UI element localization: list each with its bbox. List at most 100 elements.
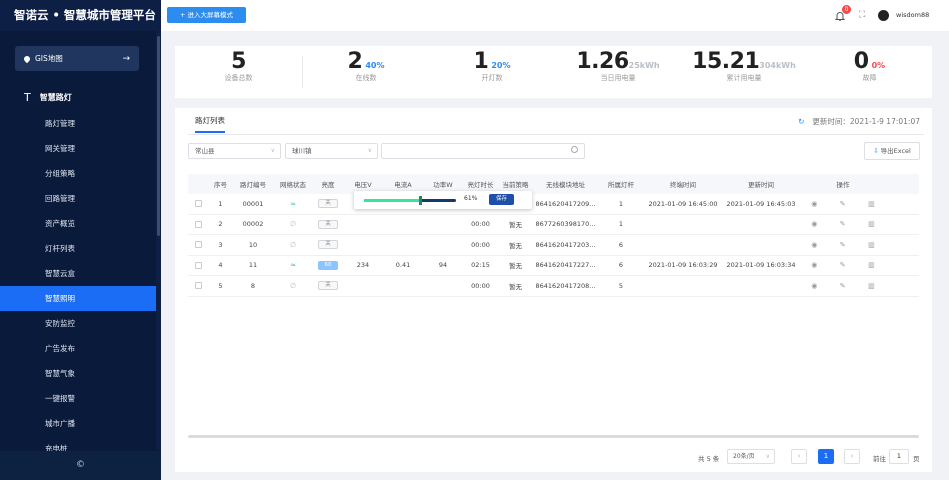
- view-icon[interactable]: ◉: [811, 282, 817, 290]
- export-excel-button[interactable]: ⇩ 导出Excel: [864, 142, 920, 160]
- refresh-icon[interactable]: ↻: [798, 117, 804, 126]
- table-row[interactable]: 4 11 ≈60 234 0.41 94 02:15 暂无 8641620417227... 6 2…: [188, 256, 919, 276]
- app-title: 智诺云 • 智慧城市管理平台: [0, 0, 161, 31]
- row-checkbox[interactable]: [194, 200, 202, 208]
- sidebar-item[interactable]: 智慧气象: [0, 361, 156, 386]
- brightness-toggle[interactable]: 60: [318, 260, 338, 270]
- save-brightness-button[interactable]: 保存: [489, 194, 514, 205]
- brightness-slider-handle[interactable]: [419, 196, 423, 205]
- table-row[interactable]: 2 00002 ∅ 关 00:00 暂无 8677260398170... 1 ◉ ✎ ▥: [188, 215, 919, 235]
- view-icon[interactable]: ◉: [811, 241, 817, 249]
- brightness-slider-track[interactable]: [364, 196, 456, 205]
- chart-icon[interactable]: ▥: [868, 261, 875, 269]
- page-number-button[interactable]: 1: [818, 449, 834, 464]
- streetlight-icon: T: [24, 91, 31, 104]
- stat-label: 累计用电量: [726, 74, 762, 82]
- bigscreen-mode-button[interactable]: + 进入大屏幕模式: [167, 7, 246, 23]
- cell-seq: 3: [218, 240, 223, 249]
- cell-voltage: 234: [356, 261, 370, 270]
- cell-network: ≈: [273, 261, 313, 269]
- view-icon[interactable]: ◉: [811, 200, 817, 208]
- row-checkbox[interactable]: [194, 261, 202, 269]
- chart-icon[interactable]: ▥: [868, 220, 875, 228]
- pagination-total: 共 5 条: [698, 455, 720, 463]
- export-icon: ⇩: [873, 147, 879, 155]
- edit-icon[interactable]: ✎: [840, 241, 846, 249]
- edit-icon[interactable]: ✎: [840, 200, 846, 208]
- cell-light-id: 8: [250, 281, 256, 290]
- column-header: 功率W: [433, 181, 453, 189]
- brightness-toggle[interactable]: 关: [318, 281, 338, 291]
- brightness-toggle[interactable]: 关: [318, 219, 338, 229]
- search-icon[interactable]: [571, 146, 578, 153]
- fullscreen-icon[interactable]: ⛶: [859, 10, 865, 20]
- checkbox-cell: [188, 241, 208, 249]
- chevron-down-icon: ∨: [765, 453, 770, 460]
- chart-icon[interactable]: ▥: [868, 241, 875, 249]
- sidebar-group-streetlight[interactable]: T 智慧路灯: [24, 91, 72, 104]
- search-input[interactable]: [381, 143, 585, 159]
- avatar[interactable]: [878, 10, 889, 21]
- stat-unit: 304kWh: [759, 61, 796, 70]
- sidebar-item[interactable]: 安防监控: [0, 311, 156, 336]
- sidebar-item[interactable]: 一键报警: [0, 386, 156, 411]
- edit-icon[interactable]: ✎: [840, 282, 846, 290]
- chevron-down-icon: ∨: [367, 147, 372, 154]
- view-icon[interactable]: ◉: [811, 261, 817, 269]
- sidebar-item[interactable]: 回路管理: [0, 186, 156, 211]
- gis-label: GIS地图: [35, 54, 63, 63]
- table-row[interactable]: 3 10 ∅ 关 00:00 暂无 8641620417203... 6 ◉ ✎ ▥: [188, 235, 919, 256]
- stat-faults: 0 0% 故障: [807, 46, 932, 98]
- gis-map-button[interactable]: GIS地图 →: [15, 46, 139, 71]
- sidebar-item[interactable]: 智慧云盒: [0, 261, 156, 286]
- goto-page-input[interactable]: 1: [889, 449, 909, 464]
- table-row[interactable]: 100001≈关1118641620417209...12021-01-09 1…: [188, 191, 919, 215]
- view-icon[interactable]: ◉: [811, 220, 817, 228]
- brightness-toggle[interactable]: 关: [318, 240, 338, 250]
- cell-actions: ◉ ✎ ▥: [800, 282, 886, 290]
- table-row[interactable]: 5 8 ∅ 关 00:00 暂无 8641620417208... 5 ◉ ✎ ▥: [188, 276, 919, 297]
- column-header: 电流A: [394, 181, 412, 189]
- username[interactable]: wisdom88: [896, 11, 929, 19]
- wifi-icon: ≈: [290, 261, 296, 270]
- link-off-icon: ∅: [289, 220, 297, 229]
- column-header: 亮度: [321, 181, 335, 189]
- sidebar-item[interactable]: 广告发布: [0, 336, 156, 361]
- cell-pole: 6: [618, 261, 624, 270]
- sidebar-item[interactable]: 城市广播: [0, 411, 156, 436]
- edit-icon[interactable]: ✎: [840, 261, 846, 269]
- row-checkbox[interactable]: [194, 241, 202, 249]
- column-header: 终端时间: [670, 181, 696, 189]
- cell-pole: 1: [618, 199, 624, 208]
- page-size-select[interactable]: 20条/页 ∨: [727, 449, 775, 464]
- table-horizontal-scrollbar[interactable]: [188, 435, 919, 438]
- sidebar-item[interactable]: 资产概览: [0, 211, 156, 236]
- row-checkbox[interactable]: [194, 220, 202, 228]
- edit-icon[interactable]: ✎: [840, 220, 846, 228]
- town-select[interactable]: 球川镇 ∨: [285, 143, 378, 159]
- collapse-sidebar-button[interactable]: ©: [0, 451, 161, 480]
- county-select[interactable]: 常山县 ∨: [188, 143, 281, 159]
- sidebar-item[interactable]: 智慧照明: [0, 286, 156, 311]
- next-page-button[interactable]: ›: [844, 449, 860, 464]
- sidebar-item[interactable]: 网关管理: [0, 136, 156, 161]
- sidebar-scrollbar-thumb[interactable]: [157, 36, 160, 236]
- cell-module-address: 8641620417208...: [535, 281, 596, 290]
- chart-icon[interactable]: ▥: [868, 282, 875, 290]
- row-checkbox[interactable]: [194, 282, 202, 290]
- tab-streetlight-list[interactable]: 路灯列表: [195, 115, 225, 133]
- sidebar-item[interactable]: 分组策略: [0, 161, 156, 186]
- page-size-value: 20条/页: [733, 453, 755, 460]
- cell-seq: 2: [218, 220, 223, 229]
- export-label: 导出Excel: [880, 147, 911, 155]
- cell-pole: 6: [618, 240, 624, 249]
- cell-current: 0.41: [395, 261, 411, 270]
- column-header: 更新时间: [748, 181, 774, 189]
- chart-icon[interactable]: ▥: [868, 200, 875, 208]
- sidebar-item[interactable]: 路灯管理: [0, 111, 156, 136]
- brightness-value: 61%: [464, 195, 478, 202]
- prev-page-button[interactable]: ‹: [791, 449, 807, 464]
- brightness-toggle[interactable]: 关: [318, 199, 338, 209]
- location-pin-icon: [22, 54, 32, 63]
- sidebar-item[interactable]: 灯杆列表: [0, 236, 156, 261]
